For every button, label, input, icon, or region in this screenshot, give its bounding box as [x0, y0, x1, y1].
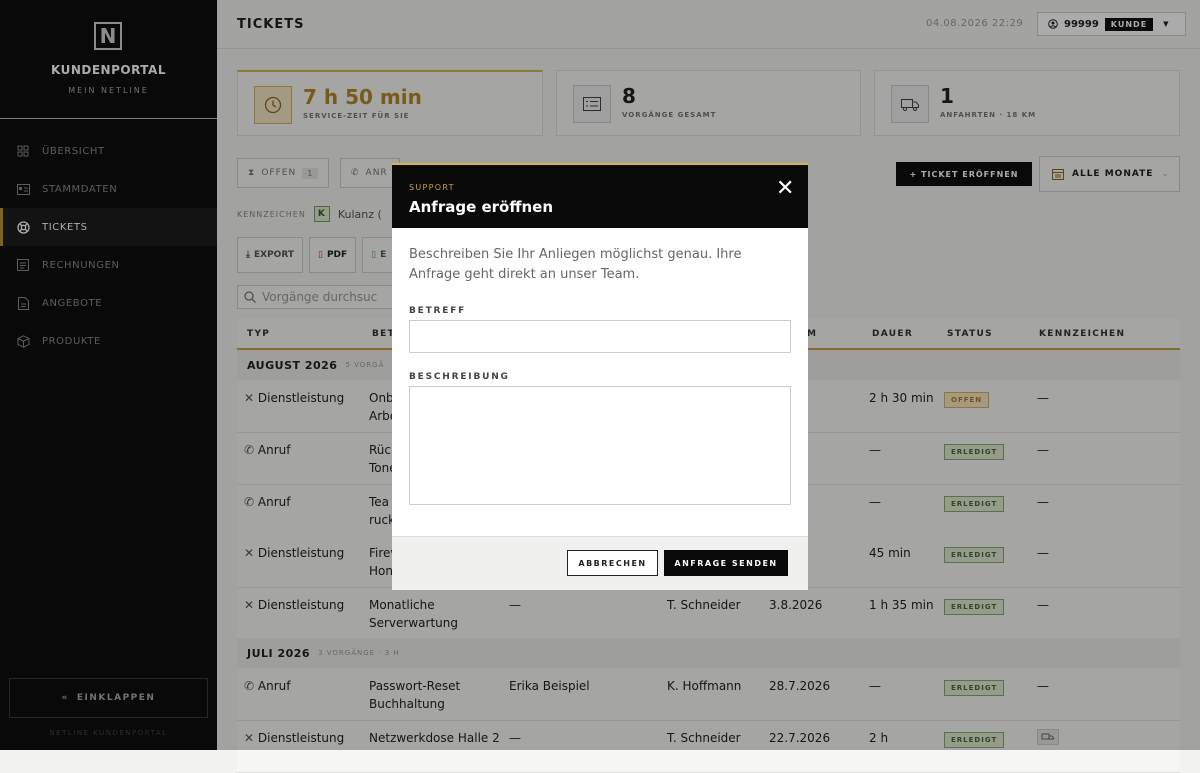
dialog-title: Anfrage eröffnen: [409, 198, 554, 216]
description-label: BESCHREIBUNG: [409, 372, 510, 382]
request-dialog: SUPPORT Anfrage eröffnen ✕ Beschreiben S…: [392, 163, 808, 590]
dialog-intro: Beschreiben Sie Ihr Anliegen möglichst g…: [409, 247, 742, 282]
dialog-footer: ABBRECHEN ANFRAGE SENDEN: [392, 536, 808, 590]
dialog-kicker: SUPPORT: [409, 183, 455, 192]
subject-label: BETREFF: [409, 306, 467, 316]
dialog-header: SUPPORT Anfrage eröffnen ✕: [392, 165, 808, 228]
close-icon[interactable]: ✕: [776, 178, 794, 200]
subject-input[interactable]: [409, 320, 791, 353]
cancel-button[interactable]: ABBRECHEN: [567, 550, 658, 576]
description-textarea[interactable]: [409, 386, 791, 505]
send-request-button[interactable]: ANFRAGE SENDEN: [664, 550, 788, 576]
